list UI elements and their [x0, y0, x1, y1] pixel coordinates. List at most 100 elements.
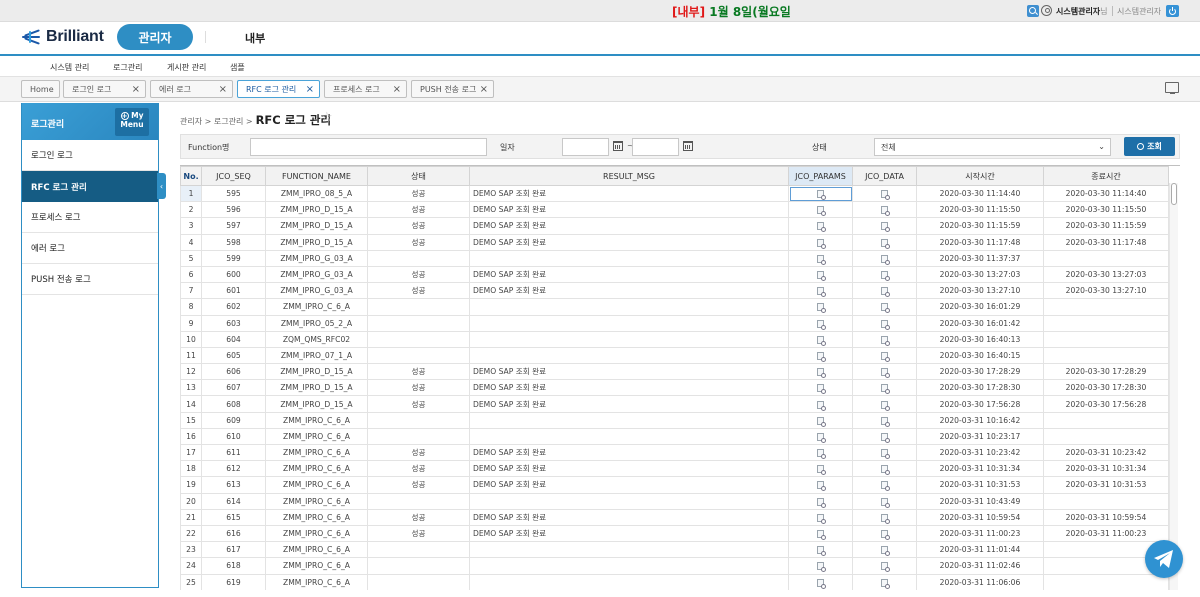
jco-params-cell[interactable]	[788, 541, 853, 559]
document-search-icon[interactable]	[881, 254, 890, 265]
document-search-icon[interactable]	[881, 351, 890, 362]
jco-data-cell[interactable]	[852, 395, 917, 413]
jco-data-cell[interactable]	[852, 233, 917, 251]
document-search-icon[interactable]	[817, 416, 826, 427]
start-date-input[interactable]	[562, 138, 609, 156]
document-search-icon[interactable]	[817, 206, 826, 217]
status-select[interactable]: 전체 ⌄	[874, 138, 1111, 156]
jco-params-cell[interactable]	[788, 314, 853, 332]
table-row[interactable]: 24 618 ZMM_IPRO_C_6_A 2020-03-31 11:02:46	[180, 557, 1169, 575]
admin-tab[interactable]: 관리자	[117, 24, 193, 50]
table-row[interactable]: 12 606 ZMM_IPRO_D_15_A 성공 DEMO SAP 조회 완료 2020…	[180, 363, 1169, 381]
sidebar-item-error-log[interactable]: 에러 로그	[22, 233, 158, 264]
jco-params-cell[interactable]	[788, 524, 853, 543]
document-search-icon[interactable]	[817, 303, 826, 314]
close-icon[interactable]: ×	[306, 84, 314, 95]
close-icon[interactable]: ×	[219, 84, 227, 95]
column-header[interactable]: RESULT_MSG	[469, 166, 789, 186]
jco-params-cell[interactable]	[788, 492, 853, 510]
menu-system[interactable]: 시스템 관리	[50, 62, 89, 73]
column-header[interactable]: 상태	[367, 166, 470, 186]
jco-data-cell[interactable]	[852, 492, 917, 510]
jco-data-cell[interactable]	[852, 443, 917, 462]
document-search-icon[interactable]	[817, 335, 826, 346]
column-header[interactable]: No.	[180, 166, 202, 186]
document-search-icon[interactable]	[881, 238, 890, 249]
document-search-icon[interactable]	[817, 497, 826, 508]
document-search-icon[interactable]	[817, 400, 826, 411]
document-search-icon[interactable]	[881, 190, 890, 201]
table-row[interactable]: 5 599 ZMM_IPRO_G_03_A 2020-03-30 11:37:37	[180, 249, 1169, 267]
document-search-icon[interactable]	[817, 384, 826, 395]
jco-data-cell[interactable]	[852, 346, 917, 365]
menu-logs[interactable]: 로그관리	[113, 62, 142, 73]
jco-data-cell[interactable]	[852, 411, 917, 429]
jco-data-cell[interactable]	[852, 379, 917, 397]
document-search-icon[interactable]	[817, 351, 826, 362]
document-search-icon[interactable]	[881, 497, 890, 508]
jco-data-cell[interactable]	[852, 476, 917, 494]
document-search-icon[interactable]	[881, 465, 890, 476]
jco-data-cell[interactable]	[852, 314, 917, 332]
jco-data-cell[interactable]	[852, 541, 917, 559]
jco-params-cell[interactable]	[788, 346, 853, 365]
close-icon[interactable]: ×	[393, 84, 401, 95]
close-icon[interactable]: ×	[132, 84, 140, 95]
document-search-icon[interactable]	[817, 190, 826, 201]
table-row[interactable]: 14 608 ZMM_IPRO_D_15_A 성공 DEMO SAP 조회 완료 2020…	[180, 395, 1169, 413]
table-row[interactable]: 15 609 ZMM_IPRO_C_6_A 2020-03-31 10:16:42	[180, 411, 1169, 429]
jco-params-cell[interactable]	[788, 508, 853, 526]
document-search-icon[interactable]	[881, 335, 890, 346]
table-row[interactable]: 22 616 ZMM_IPRO_C_6_A 성공 DEMO SAP 조회 완료 2020-…	[180, 524, 1169, 543]
document-search-icon[interactable]	[881, 481, 890, 492]
table-row[interactable]: 11 605 ZMM_IPRO_07_1_A 2020-03-30 16:40:15	[180, 346, 1169, 365]
jco-data-cell[interactable]	[852, 298, 917, 316]
jco-data-cell[interactable]	[852, 217, 917, 235]
jco-params-cell[interactable]	[788, 427, 853, 446]
sidebar-item-rfc-log[interactable]: RFC 로그 관리	[22, 171, 158, 202]
jco-data-cell[interactable]	[852, 460, 917, 478]
jco-params-cell[interactable]	[788, 233, 853, 251]
tab-push-log[interactable]: PUSH 전송 로그 ×	[411, 80, 494, 98]
table-row[interactable]: 10 604 ZQM_QMS_RFC02 2020-03-30 16:40:13	[180, 330, 1169, 348]
jco-data-cell[interactable]	[852, 265, 917, 284]
document-search-icon[interactable]	[881, 530, 890, 541]
column-header[interactable]: JCO_DATA	[852, 166, 917, 186]
jco-data-cell[interactable]	[852, 330, 917, 348]
document-search-icon[interactable]	[881, 449, 890, 460]
scrollbar-thumb[interactable]	[1171, 183, 1177, 205]
document-search-icon[interactable]	[881, 384, 890, 395]
jco-params-cell[interactable]	[788, 476, 853, 494]
document-search-icon[interactable]	[881, 368, 890, 379]
document-search-icon[interactable]	[881, 271, 890, 282]
table-row[interactable]: 16 610 ZMM_IPRO_C_6_A 2020-03-31 10:23:17	[180, 427, 1169, 446]
jco-params-cell[interactable]	[788, 443, 853, 462]
jco-data-cell[interactable]	[852, 508, 917, 526]
tab-login-log[interactable]: 로그인 로그 ×	[63, 80, 146, 98]
document-search-icon[interactable]	[881, 206, 890, 217]
document-search-icon[interactable]	[817, 449, 826, 460]
document-search-icon[interactable]	[881, 287, 890, 298]
table-row[interactable]: 4 598 ZMM_IPRO_D_15_A 성공 DEMO SAP 조회 완료 2020-…	[180, 233, 1169, 251]
document-search-icon[interactable]	[817, 432, 826, 443]
jco-data-cell[interactable]	[852, 282, 917, 300]
document-search-icon[interactable]	[881, 578, 890, 589]
jco-data-cell[interactable]	[852, 427, 917, 446]
column-header[interactable]: 시작시간	[916, 166, 1044, 186]
jco-params-cell[interactable]	[788, 217, 853, 235]
jco-params-cell[interactable]	[788, 330, 853, 348]
document-search-icon[interactable]	[881, 222, 890, 233]
table-row[interactable]: 20 614 ZMM_IPRO_C_6_A 2020-03-31 10:43:49	[180, 492, 1169, 510]
document-search-icon[interactable]	[881, 400, 890, 411]
sidebar-collapse-button[interactable]: ‹	[157, 173, 166, 199]
jco-params-cell[interactable]	[788, 395, 853, 413]
jco-params-cell[interactable]	[788, 249, 853, 267]
jco-params-cell[interactable]	[788, 201, 853, 219]
brand-logo[interactable]: Brilliant	[22, 28, 104, 46]
jco-params-cell[interactable]	[788, 184, 853, 203]
jco-data-cell[interactable]	[852, 184, 917, 203]
internal-tab[interactable]: 내부	[245, 30, 265, 46]
document-search-icon[interactable]	[817, 481, 826, 492]
document-search-icon[interactable]	[881, 319, 890, 330]
table-row[interactable]: 7 601 ZMM_IPRO_G_03_A 성공 DEMO SAP 조회 완료 2020-…	[180, 282, 1169, 300]
